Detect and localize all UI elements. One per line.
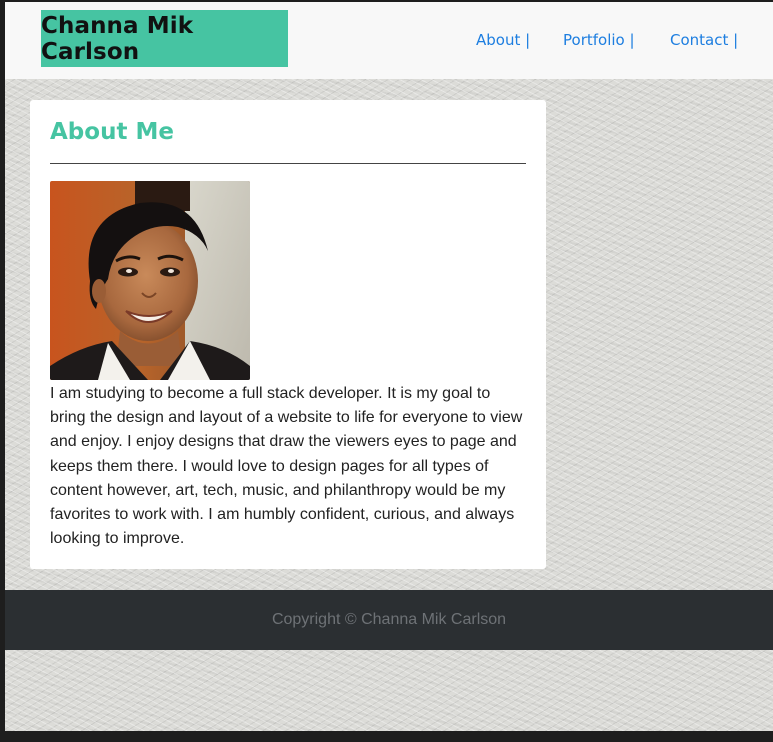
nav-link-portfolio[interactable]: Portfolio | [563, 31, 635, 49]
browser-viewport: Channa Mik Carlson About | Portfolio | C… [5, 2, 773, 731]
about-heading: About Me [50, 119, 174, 145]
copyright-text: Copyright © Channa Mik Carlson [271, 611, 507, 628]
site-header: Channa Mik Carlson About | Portfolio | C… [5, 2, 773, 79]
nav-link-about[interactable]: About | [476, 31, 530, 49]
about-bio: I am studying to become a full stack dev… [50, 385, 523, 548]
site-brand[interactable]: Channa Mik Carlson [41, 10, 288, 67]
nav-link-contact[interactable]: Contact | [670, 31, 738, 49]
about-card: About Me I am studying to become a full … [30, 100, 546, 569]
profile-photo [50, 181, 250, 380]
brand-name: Channa Mik Carlson [41, 12, 194, 65]
site-footer: Copyright © Channa Mik Carlson [5, 590, 773, 650]
heading-divider [50, 163, 526, 164]
